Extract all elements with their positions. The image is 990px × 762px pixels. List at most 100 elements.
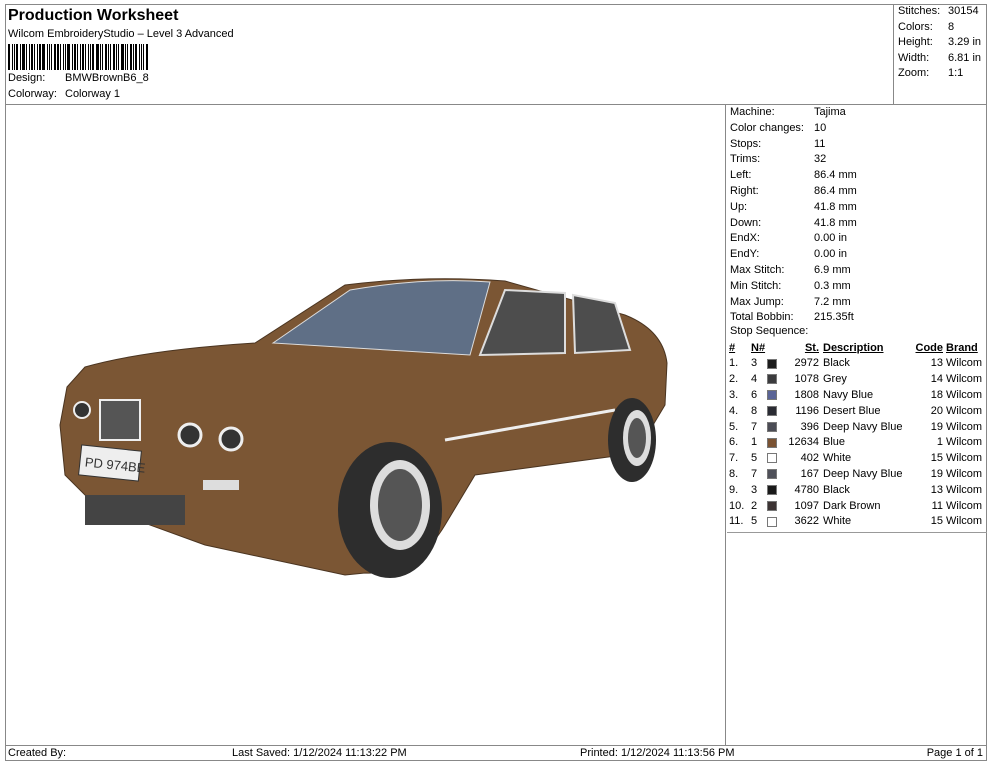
info-value: 0.3 mm — [814, 279, 851, 292]
barcode-bar — [90, 44, 91, 70]
row-stitches: 396 — [800, 420, 819, 433]
barcode-bar — [39, 44, 41, 70]
stat-label: Stitches: — [898, 5, 941, 17]
info-value: 86.4 mm — [814, 184, 857, 197]
barcode-bar — [102, 44, 103, 70]
barcode-bar — [127, 44, 128, 70]
row-brand: Wilcom — [946, 452, 983, 465]
row-swatch — [767, 419, 783, 435]
info-value: 7.2 mm — [814, 295, 851, 308]
row-swatch — [767, 482, 783, 498]
barcode-bar — [100, 44, 101, 70]
footer: Created By: Last Saved: 1/12/2024 11:13:… — [5, 745, 987, 761]
barcode-bar — [133, 44, 134, 70]
row-stitches: 1097 — [794, 499, 819, 512]
row-stitches: 12634 — [788, 436, 819, 449]
row-brand: Wilcom — [946, 373, 983, 386]
design-value: BMWBrownB6_8 — [65, 72, 149, 84]
color-swatch — [767, 390, 777, 401]
info-row: Max Stitch: 6.9 mm — [727, 263, 987, 279]
info-label: Min Stitch: — [730, 279, 782, 292]
info-row: Max Jump: 7.2 mm — [727, 295, 987, 311]
last-saved: Last Saved: 1/12/2024 11:13:22 PM — [232, 747, 407, 759]
info-label: Right: — [730, 184, 759, 197]
info-row: Min Stitch: 0.3 mm — [727, 279, 987, 295]
row-brand: Wilcom — [946, 436, 983, 449]
table-row: 1. 3 2972 Black 13 Wilcom — [729, 356, 987, 372]
row-stitches: 167 — [800, 468, 819, 481]
row-brand: Wilcom — [946, 483, 983, 496]
row-stitches: 3622 — [794, 515, 819, 528]
info-value: 215.35ft — [814, 311, 854, 324]
barcode-bar — [54, 44, 56, 70]
barcode-bar — [49, 44, 50, 70]
row-brand: Wilcom — [946, 468, 983, 481]
info-row: Up: 41.8 mm — [727, 200, 987, 216]
table-row: 8. 7 167 Deep Navy Blue 19 Wilcom — [729, 466, 987, 482]
stat-row: Width: 6.81 in — [894, 51, 987, 67]
stat-value: 3.29 in — [948, 36, 982, 49]
info-label: Trims: — [730, 153, 761, 166]
info-row: Trims: 32 — [727, 152, 987, 168]
row-needle: 5 — [751, 452, 758, 465]
row-index: 10. — [729, 499, 745, 512]
color-swatch — [767, 437, 777, 448]
row-needle: 7 — [751, 468, 758, 481]
row-needle: 3 — [751, 357, 758, 370]
info-label: Color changes: — [730, 121, 804, 134]
barcode-bar — [57, 44, 59, 70]
row-index: 5. — [729, 420, 739, 433]
info-label: EndX: — [730, 232, 760, 245]
barcode-bar — [118, 44, 119, 70]
color-swatch — [767, 421, 777, 432]
row-swatch — [767, 435, 783, 451]
row-brand: Wilcom — [946, 357, 983, 370]
barcode-bar — [113, 44, 115, 70]
row-index: 6. — [729, 436, 739, 449]
barcode-bar — [22, 44, 25, 70]
stat-row: Stitches: 30154 — [894, 4, 987, 20]
row-code: 13 — [930, 357, 943, 370]
info-value: 41.8 mm — [814, 200, 857, 213]
design-preview: PD 974BE — [5, 105, 726, 745]
software-subtitle: Wilcom EmbroideryStudio – Level 3 Advanc… — [8, 28, 234, 40]
barcode-bar — [29, 44, 30, 70]
color-swatch — [767, 516, 777, 527]
barcode-bar — [14, 44, 15, 70]
info-value: 0.00 in — [814, 232, 848, 245]
info-row: Stops: 11 — [727, 137, 987, 153]
table-row: 2. 4 1078 Grey 14 Wilcom — [729, 371, 987, 387]
row-brand: Wilcom — [946, 420, 983, 433]
info-value: 86.4 mm — [814, 169, 857, 182]
row-description: Black — [823, 357, 850, 370]
stop-sequence-title: Stop Sequence: — [730, 325, 809, 337]
barcode-bar — [74, 44, 76, 70]
design-row: Design: BMWBrownB6_8 — [8, 72, 149, 84]
barcode-bar — [82, 44, 84, 70]
barcode-bar — [77, 44, 78, 70]
row-needle: 1 — [751, 436, 758, 449]
row-stitches: 1078 — [794, 373, 819, 386]
info-row: Down: 41.8 mm — [727, 216, 987, 232]
colorway-label: Colorway: — [8, 88, 57, 100]
table-row: 11. 5 3622 White 15 Wilcom — [729, 514, 987, 530]
barcode-bar — [143, 44, 144, 70]
row-code: 13 — [930, 483, 943, 496]
barcode-bar — [146, 44, 148, 70]
info-label: Machine: — [730, 106, 775, 118]
info-value: 11 — [814, 137, 826, 150]
row-index: 4. — [729, 404, 739, 417]
barcode-bar — [34, 44, 35, 70]
row-swatch — [767, 466, 783, 482]
row-index: 7. — [729, 452, 739, 465]
row-needle: 6 — [751, 389, 758, 402]
row-code: 20 — [930, 404, 943, 417]
info-row: EndY: 0.00 in — [727, 247, 987, 263]
barcode-bar — [8, 44, 10, 70]
table-row: 7. 5 402 White 15 Wilcom — [729, 450, 987, 466]
row-swatch — [767, 403, 783, 419]
color-swatch — [767, 374, 777, 385]
page-number: Page 1 of 1 — [926, 747, 983, 759]
row-index: 11. — [729, 515, 744, 528]
worksheet-header: Production Worksheet Wilcom EmbroiderySt… — [5, 4, 987, 105]
